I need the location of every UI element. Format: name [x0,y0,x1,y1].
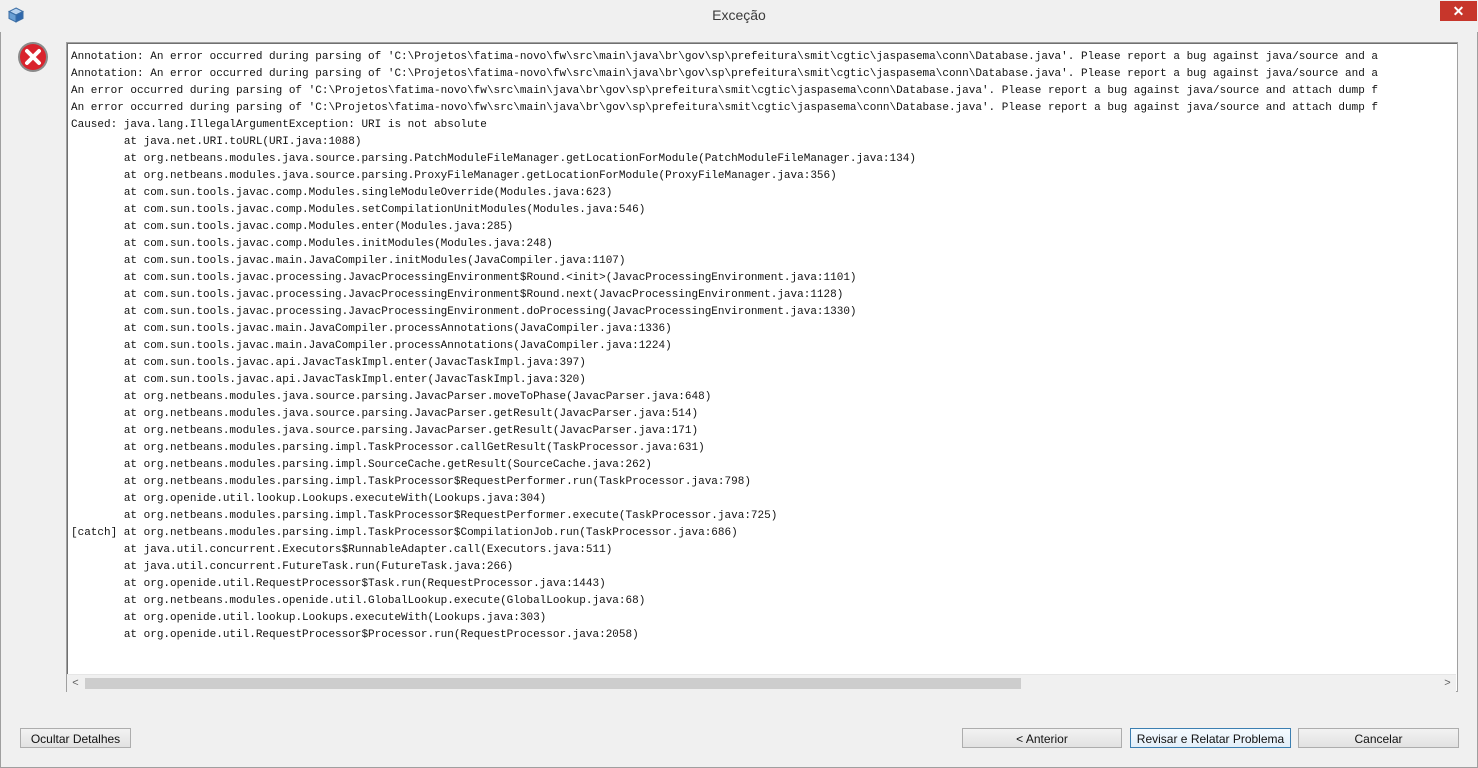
close-button[interactable]: ✕ [1440,1,1477,21]
stack-trace-area[interactable]: Annotation: An error occurred during par… [66,42,1458,692]
scroll-right-button[interactable]: > [1439,675,1456,692]
cancel-button[interactable]: Cancelar [1298,728,1459,748]
hide-details-button[interactable]: Ocultar Detalhes [20,728,131,748]
horizontal-scrollbar[interactable]: < > [67,674,1456,692]
title-bar: Exceção ✕ [0,0,1478,32]
window-title: Exceção [712,7,766,23]
stack-trace-text: Annotation: An error occurred during par… [71,51,1379,641]
review-report-button[interactable]: Revisar e Relatar Problema [1130,728,1291,748]
scroll-thumb[interactable] [85,678,1021,689]
error-icon [18,42,48,72]
scroll-left-button[interactable]: < [67,675,84,692]
previous-button[interactable]: < Anterior [962,728,1122,748]
